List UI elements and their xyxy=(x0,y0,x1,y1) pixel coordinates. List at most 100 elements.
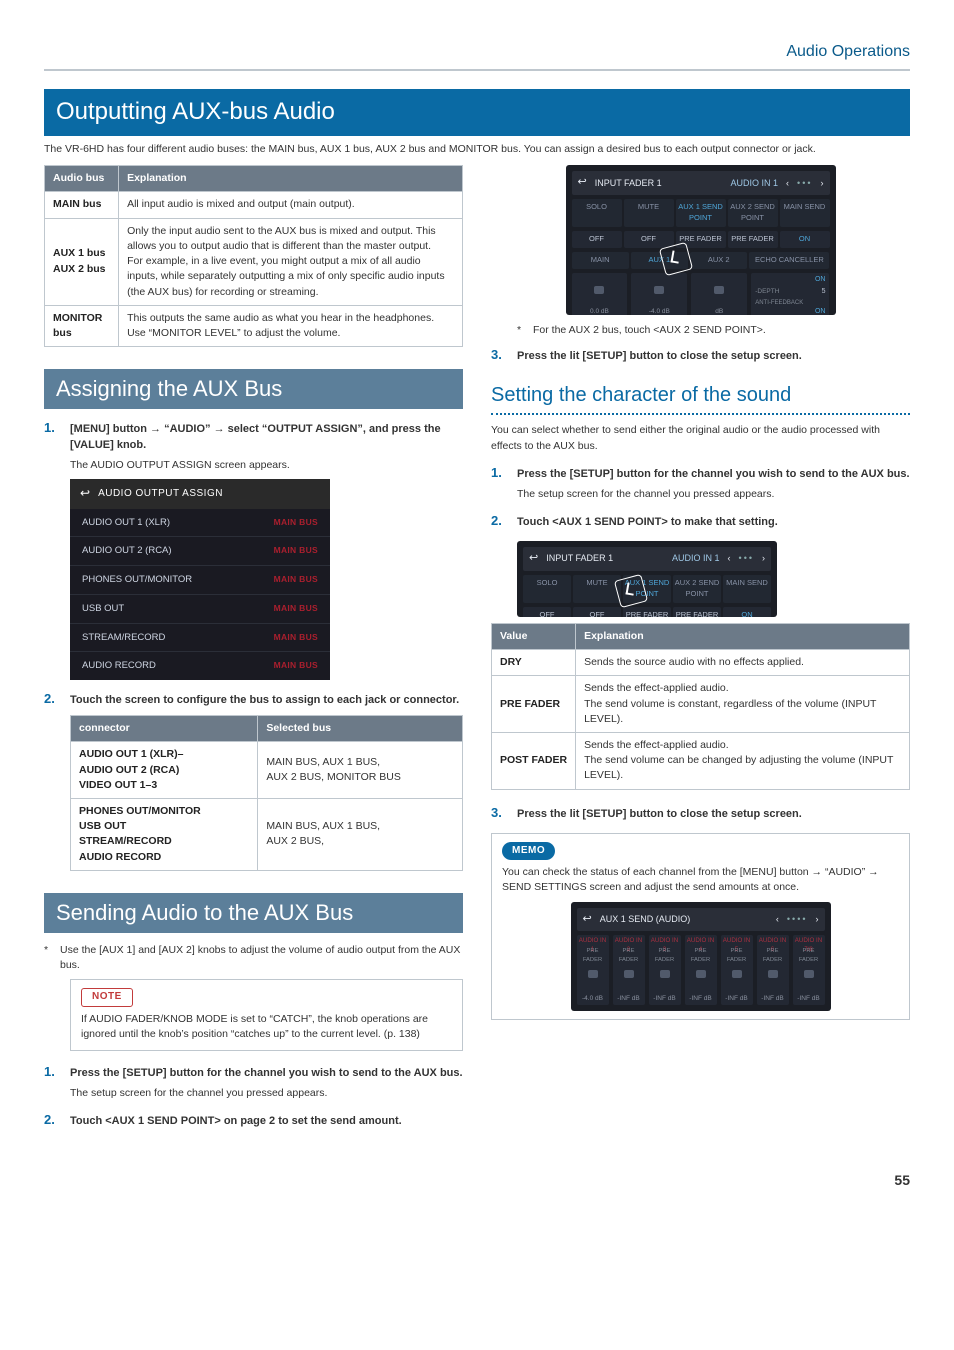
strip-value: OFF xyxy=(624,231,674,248)
screen-title: INPUT FADER 1 xyxy=(595,177,662,190)
list-item: AUDIO OUT 2 (RCA)MAIN BUS xyxy=(70,537,330,566)
tab-main-send: MAIN SEND xyxy=(780,199,830,227)
bus-exp: This outputs the same audio as what you … xyxy=(119,305,463,346)
send-note-asterisk: * Use the [AUX 1] and [AUX 2] knobs to a… xyxy=(44,943,463,973)
character-steps: 1. Press the [SETUP] button for the chan… xyxy=(491,464,910,531)
strip-value: OFF xyxy=(572,231,622,248)
fader-strip: AUDIO IN 5PRE FADER-INF dB xyxy=(721,935,753,1005)
strip-value: OFF xyxy=(523,607,571,617)
assign-steps: 1. [MENU] button → “AUDIO” → select “OUT… xyxy=(44,419,463,871)
strip-value: OFF xyxy=(573,607,621,617)
chevron-right-icon: › xyxy=(762,552,765,565)
label-aux2: AUX 2 xyxy=(690,252,747,269)
step-number: 2. xyxy=(491,512,509,531)
tab-mute: MUTE xyxy=(624,199,674,227)
strip-value: ON xyxy=(780,231,830,248)
value-name: PRE FADER xyxy=(492,676,576,733)
connector-name: AUDIO OUT 1 (XLR)– AUDIO OUT 2 (RCA) VID… xyxy=(71,742,258,799)
screen-subtitle: AUDIO IN 1 xyxy=(731,177,779,190)
fader-strip: AUDIO IN 6PRE FADER-INF dB xyxy=(757,935,789,1005)
list-item: STREAM/RECORDMAIN BUS xyxy=(70,624,330,653)
step-command: Touch <AUX 1 SEND POINT> on page 2 to se… xyxy=(70,1114,463,1130)
bus-name: MAIN bus xyxy=(45,192,119,218)
value-table: Value Explanation DRY Sends the source a… xyxy=(491,623,910,790)
bus-head-1: Audio bus xyxy=(45,166,119,192)
screen-title: INPUT FADER 1 xyxy=(546,552,613,565)
right-step3a: 3. Press the lit [SETUP] button to close… xyxy=(491,346,910,365)
fader-strip: AUDIO IN 2PRE FADER-INF dB xyxy=(613,935,645,1005)
value-exp: Sends the effect-applied audio. The send… xyxy=(576,676,910,733)
label-main: MAIN xyxy=(572,252,629,269)
list-item: PHONES OUT/MONITORMAIN BUS xyxy=(70,566,330,595)
table-row: MONITOR bus This outputs the same audio … xyxy=(45,305,463,346)
val-head-2: Explanation xyxy=(576,623,910,649)
chevron-right-icon: › xyxy=(816,913,819,926)
strip-value: PRE FADER xyxy=(623,607,671,617)
step-command: Press the [SETUP] button for the channel… xyxy=(70,1066,463,1082)
tab-aux2-send: AUX 2 SEND POINT xyxy=(673,575,721,603)
back-icon: ↩ xyxy=(583,912,592,928)
page-dots-icon: ••• xyxy=(739,552,754,565)
fader: dB xyxy=(691,273,747,316)
value-exp: Sends the source audio with no effects a… xyxy=(576,650,910,676)
page-title: Outputting AUX-bus Audio xyxy=(44,89,910,136)
input-fader-screenshot-2: ↩ INPUT FADER 1 AUDIO IN 1 ‹ ••• › SOLO … xyxy=(517,541,777,617)
table-row: AUDIO OUT 1 (XLR)– AUDIO OUT 2 (RCA) VID… xyxy=(71,742,463,799)
step-number: 3. xyxy=(491,346,509,365)
step-command: Touch <AUX 1 SEND POINT> to make that se… xyxy=(517,515,910,531)
value-exp: Sends the effect-applied audio. The send… xyxy=(576,732,910,789)
table-row: PRE FADER Sends the effect-applied audio… xyxy=(492,676,910,733)
table-row: PHONES OUT/MONITOR USB OUT STREAM/RECORD… xyxy=(71,798,463,870)
conn-head-2: Selected bus xyxy=(258,716,463,742)
chevron-left-icon: ‹ xyxy=(728,552,731,565)
tab-main-send: MAIN SEND xyxy=(723,575,771,603)
step-command: [MENU] button → “AUDIO” → select “OUTPUT… xyxy=(70,422,463,454)
input-fader-screenshot-1: ↩ INPUT FADER 1 AUDIO IN 1 ‹ ••• › SOLO … xyxy=(566,165,836,315)
table-row: MAIN bus All input audio is mixed and ou… xyxy=(45,192,463,218)
val-head-1: Value xyxy=(492,623,576,649)
step-number: 1. xyxy=(44,1063,62,1082)
table-row: POST FADER Sends the effect-applied audi… xyxy=(492,732,910,789)
connector-table: connector Selected bus AUDIO OUT 1 (XLR)… xyxy=(70,715,463,871)
memo-text: You can check the status of each channel… xyxy=(502,865,899,895)
tab-solo: SOLO xyxy=(523,575,571,603)
table-row: DRY Sends the source audio with no effec… xyxy=(492,650,910,676)
chevron-left-icon: ‹ xyxy=(776,913,779,926)
fader-strip: AUDIO IN 1PRE FADER-4.0 dB xyxy=(577,935,609,1005)
strip-value: PRE FADER xyxy=(728,231,778,248)
memo-label: MEMO xyxy=(502,842,555,861)
step-number: 1. xyxy=(44,419,62,438)
strip-value: PRE FADER xyxy=(673,607,721,617)
value-name: DRY xyxy=(492,650,576,676)
audio-bus-table: Audio bus Explanation MAIN bus All input… xyxy=(44,165,463,347)
left-column: Audio bus Explanation MAIN bus All input… xyxy=(44,165,463,1140)
back-icon: ↩ xyxy=(80,485,90,502)
back-icon: ↩ xyxy=(578,175,587,191)
table-row: AUX 1 bus AUX 2 bus Only the input audio… xyxy=(45,218,463,305)
step-number: 3. xyxy=(491,804,509,823)
chevron-right-icon: › xyxy=(821,177,824,190)
value-name: POST FADER xyxy=(492,732,576,789)
label-echo-canceller: ECHO CANCELLER xyxy=(749,252,829,269)
side-panel: ON -DEPTH 5 ANTI-FEEDBACK ON xyxy=(751,273,829,316)
fader: -4.0 dB xyxy=(631,273,687,316)
tab-aux1-send: AUX 1 SEND POINT xyxy=(676,199,726,227)
chevron-left-icon: ‹ xyxy=(786,177,789,190)
step-number: 2. xyxy=(44,690,62,709)
page-number: 55 xyxy=(44,1170,910,1190)
tab-mute: MUTE xyxy=(573,575,621,603)
conn-head-1: connector xyxy=(71,716,258,742)
screen-subtitle: AUDIO IN 1 xyxy=(672,552,720,565)
bus-name: MONITOR bus xyxy=(45,305,119,346)
memo-box: MEMO You can check the status of each ch… xyxy=(491,833,910,1021)
screen-title: AUX 1 SEND (AUDIO) xyxy=(600,913,691,926)
back-icon: ↩ xyxy=(529,551,538,567)
note-label: NOTE xyxy=(81,988,133,1007)
connector-name: PHONES OUT/MONITOR USB OUT STREAM/RECORD… xyxy=(71,798,258,870)
fader: 0.0 dB xyxy=(572,273,628,316)
list-item: USB OUTMAIN BUS xyxy=(70,595,330,624)
note-text: If AUDIO FADER/KNOB MODE is set to “CATC… xyxy=(81,1012,452,1042)
list-item: AUDIO OUT 1 (XLR)MAIN BUS xyxy=(70,509,330,538)
character-heading: Setting the character of the sound xyxy=(491,381,910,415)
step-command: Press the lit [SETUP] button to close th… xyxy=(517,807,910,823)
